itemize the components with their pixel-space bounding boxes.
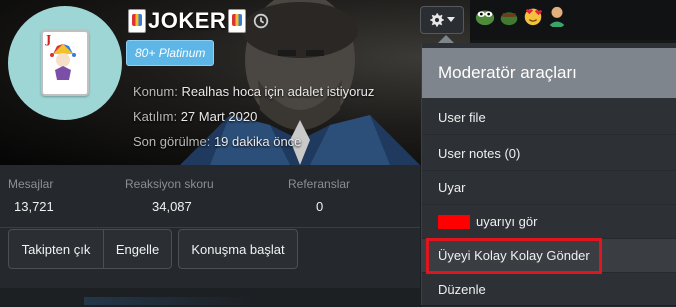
menu-item-warn[interactable]: Uyar xyxy=(422,171,676,205)
username[interactable]: JOKER xyxy=(148,8,226,34)
profile-actions: Takipten çık Engelle Konuşma başlat xyxy=(0,227,420,288)
menu-item-user-file[interactable]: User file xyxy=(422,101,676,135)
menu-title: Moderatör araçları xyxy=(422,48,676,98)
redacted-block xyxy=(438,214,470,229)
username-row: JOKER xyxy=(128,6,270,36)
gear-icon xyxy=(429,13,444,27)
moderator-tools-menu: Moderatör araçları User file User notes … xyxy=(421,35,676,307)
messages-label: Mesajlar xyxy=(8,177,54,191)
messages-value: 13,721 xyxy=(14,199,54,214)
card-icon-right xyxy=(228,9,247,33)
pepe-frog-icon xyxy=(475,10,495,26)
joined-line: Katılım: 27 Mart 2020 xyxy=(133,109,257,124)
emoji-avatars xyxy=(474,4,568,28)
view-warnings-label: uyarıyı gör xyxy=(476,214,538,229)
user-avatar[interactable]: J xyxy=(8,6,122,120)
menu-item-send-member[interactable]: Üyeyi Kolay Kolay Gönder xyxy=(422,239,676,273)
start-conversation-button[interactable]: Konuşma başlat xyxy=(178,229,298,269)
menu-item-edit[interactable]: Düzenle xyxy=(422,273,676,307)
reaction-stat[interactable]: Reaksiyon skoru 34,087 xyxy=(125,177,214,214)
bottom-bar xyxy=(0,297,420,305)
joker-card-icon: J xyxy=(41,30,89,96)
joined-label: Katılım: xyxy=(133,109,178,124)
moderator-tools-button[interactable] xyxy=(420,6,464,34)
references-value: 0 xyxy=(316,199,324,214)
references-label: Referanslar xyxy=(288,177,351,191)
joined-value: 27 Mart 2020 xyxy=(180,109,258,124)
messages-stat[interactable]: Mesajlar 13,721 xyxy=(8,177,54,214)
reaction-value: 34,087 xyxy=(152,199,192,214)
reaction-label: Reaksiyon skoru xyxy=(125,177,214,191)
heart-face-emoji-icon xyxy=(524,8,543,26)
block-button[interactable]: Engelle xyxy=(103,229,172,269)
pepe-frog-small-icon xyxy=(500,12,518,26)
references-stat[interactable]: Referanslar 0 xyxy=(288,177,350,214)
last-seen-value: 19 dakika önce xyxy=(213,134,302,149)
last-seen-label: Son görülme: xyxy=(133,134,211,149)
location-line: Konum: Realhas hoca için adalet istiyoru… xyxy=(133,84,374,99)
menu-item-user-notes[interactable]: User notes (0) xyxy=(422,137,676,171)
unfollow-button[interactable]: Takipten çık xyxy=(8,229,104,269)
history-icon[interactable] xyxy=(252,12,270,30)
person-emoji-icon xyxy=(547,6,567,27)
location-value: Realhas hoca için adalet istiyoruz xyxy=(181,84,375,99)
rank-badge: 80+ Platinum xyxy=(126,40,215,66)
menu-item-view-warnings[interactable]: uyarıyı gör xyxy=(422,205,676,239)
location-label: Konum: xyxy=(133,84,178,99)
last-seen-line: Son görülme: 19 dakika önce xyxy=(133,134,301,149)
card-icon-left xyxy=(128,9,146,33)
caret-down-icon xyxy=(446,17,455,22)
